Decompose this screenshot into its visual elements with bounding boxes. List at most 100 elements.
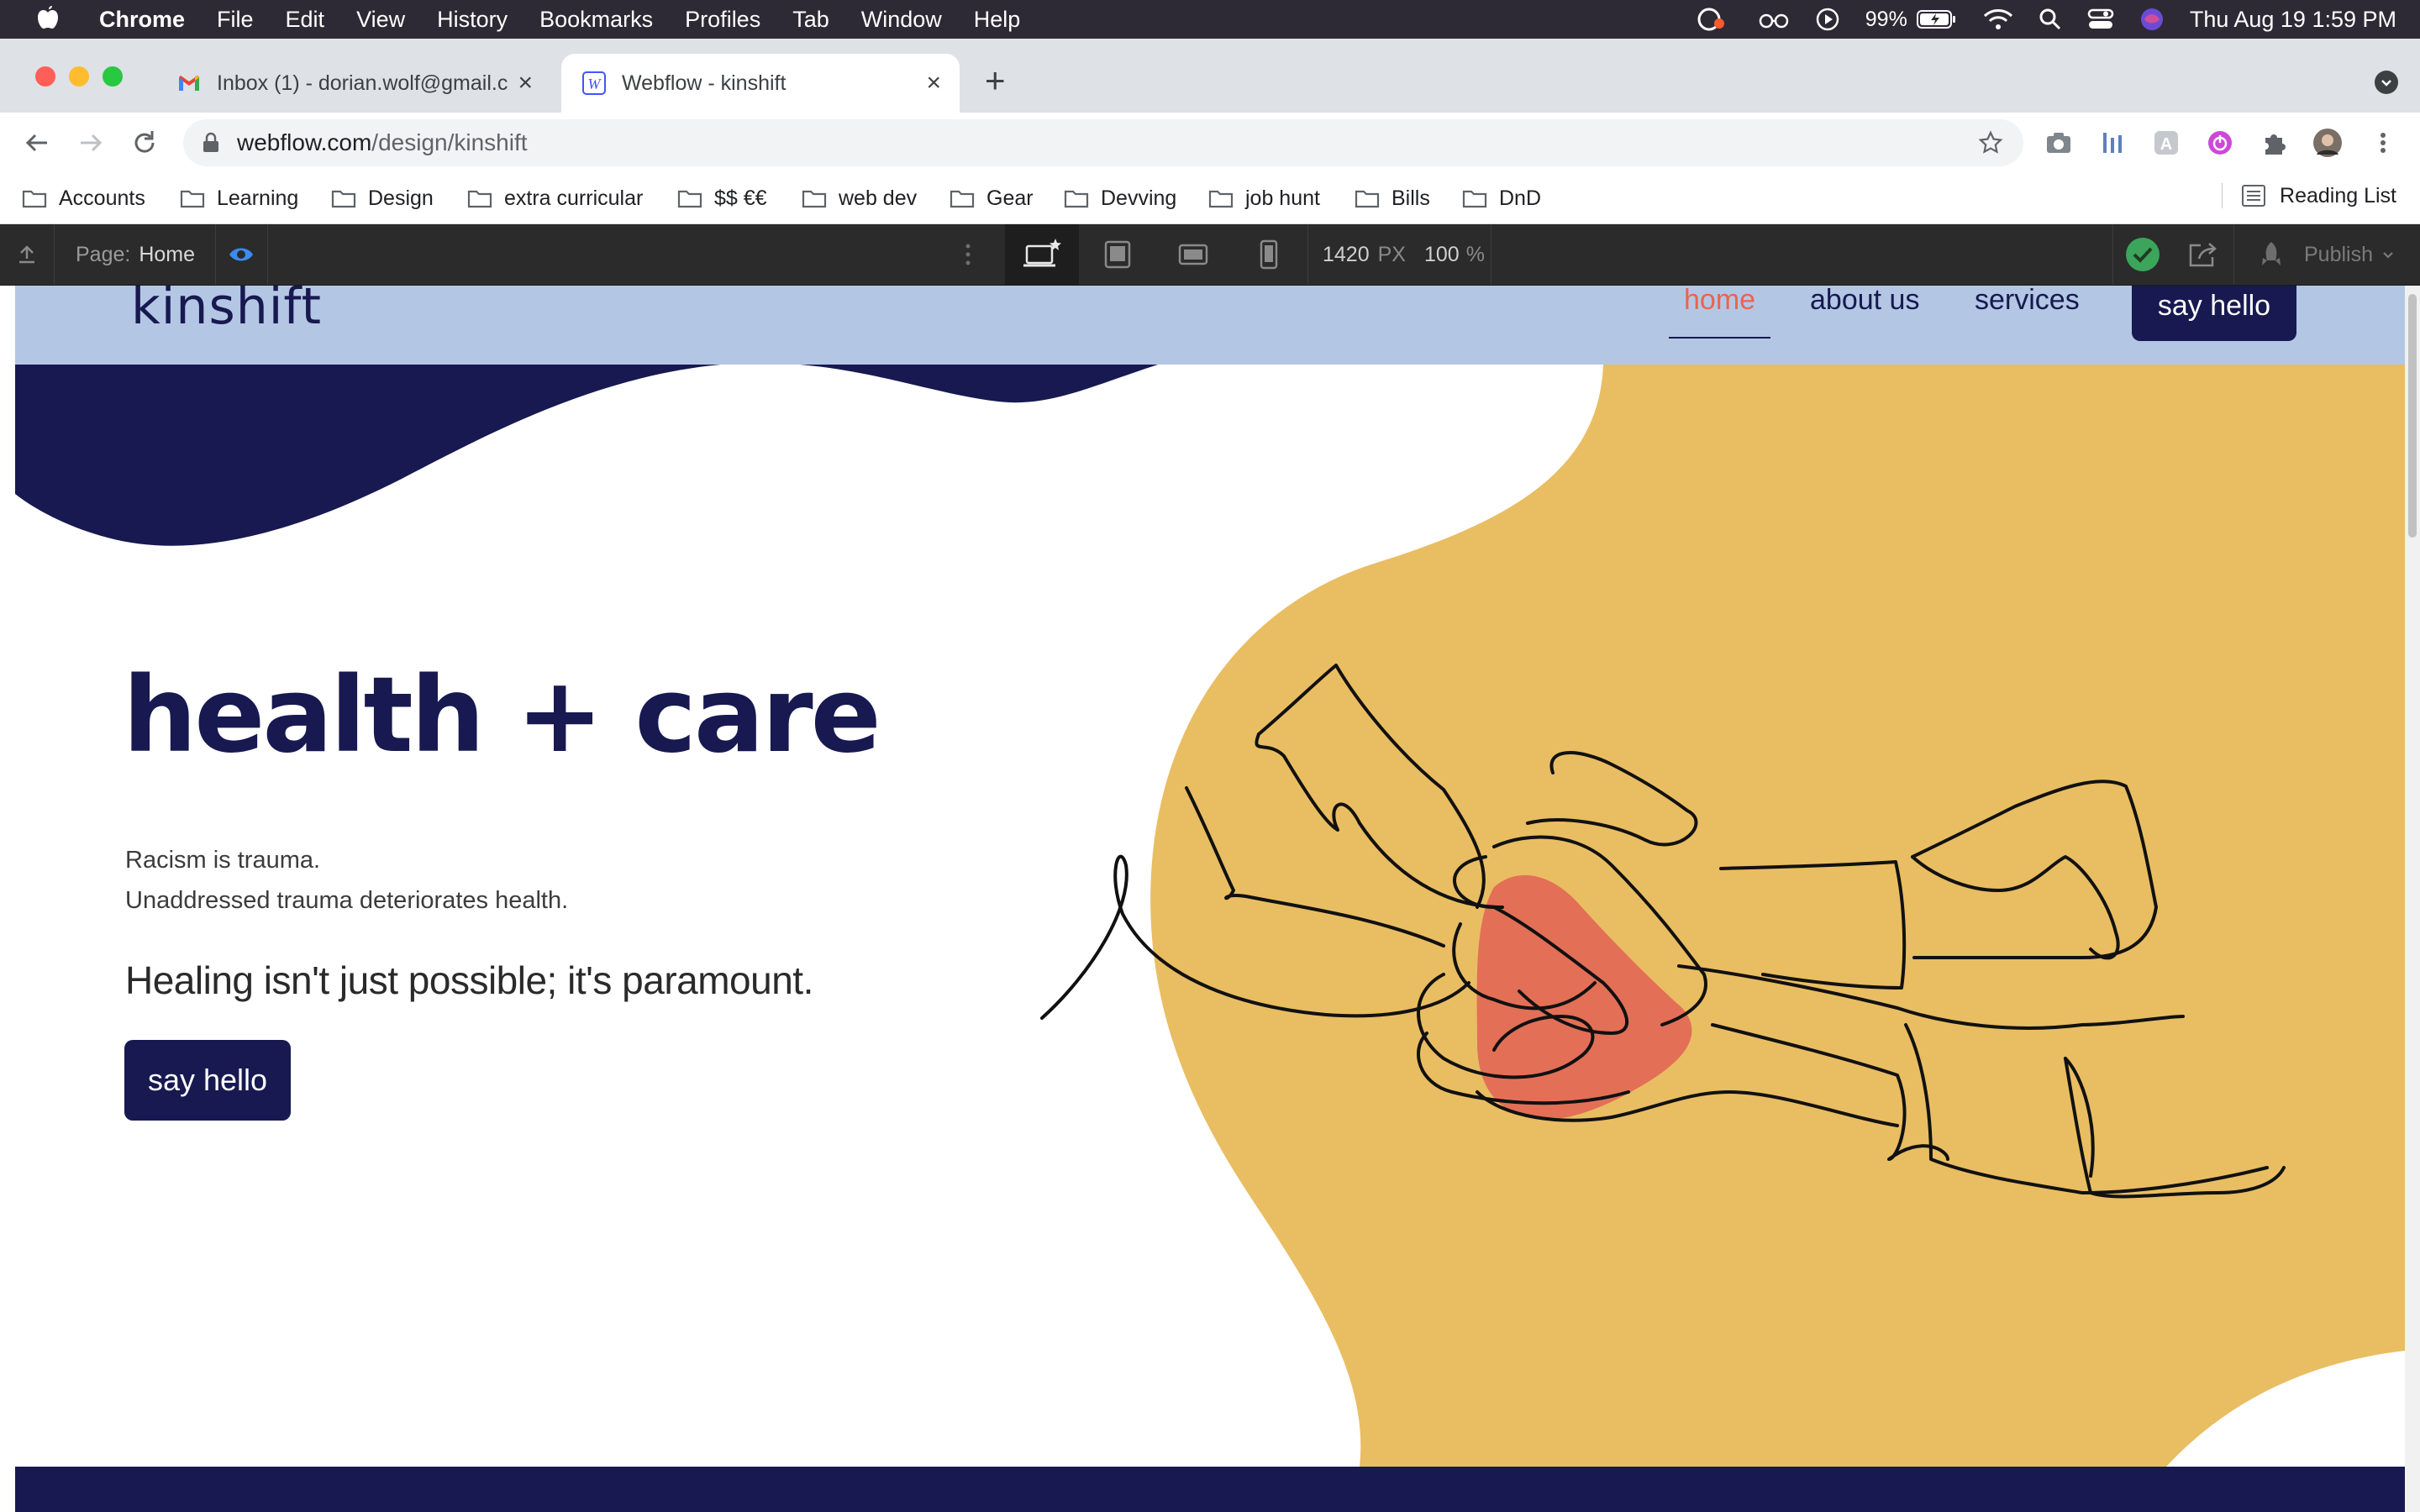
- apple-icon[interactable]: [34, 5, 62, 34]
- hero-lead-text: Healing isn't just possible; it's paramo…: [125, 958, 813, 1002]
- spotlight-search-icon[interactable]: [2039, 8, 2062, 31]
- profile-avatar[interactable]: [2312, 128, 2343, 158]
- reading-list-button[interactable]: Reading List: [2222, 183, 2396, 208]
- tab-close-icon[interactable]: ×: [926, 69, 941, 97]
- scrollbar-thumb[interactable]: [2408, 294, 2417, 538]
- check-circle-icon: [2126, 238, 2160, 271]
- tab-close-icon[interactable]: ×: [518, 69, 533, 97]
- zoom-value: 100: [1423, 242, 1460, 266]
- grammar-extension-icon[interactable]: A: [2151, 128, 2181, 158]
- toolbar-divider: [54, 224, 55, 285]
- menu-window[interactable]: Window: [861, 7, 942, 33]
- hero-say-hello-button[interactable]: say hello: [124, 1040, 291, 1121]
- bookmark-folder-gear[interactable]: Gear: [950, 183, 1034, 213]
- folder-icon: [467, 190, 492, 208]
- page-selector[interactable]: Page: Home: [76, 224, 195, 285]
- folder-icon: [180, 190, 205, 208]
- new-tab-button[interactable]: +: [985, 63, 1006, 98]
- reload-icon[interactable]: [128, 126, 161, 160]
- control-center-icon[interactable]: [2087, 8, 2114, 31]
- menu-app-name[interactable]: Chrome: [99, 7, 185, 33]
- phone-landscape-icon: [1178, 244, 1208, 265]
- back-arrow-icon[interactable]: [20, 126, 54, 160]
- gmail-icon: [179, 76, 199, 91]
- tab-gmail[interactable]: Inbox (1) - dorian.wolf@gmail.c ×: [156, 54, 551, 113]
- bar-chart-extension-icon[interactable]: [2097, 128, 2128, 158]
- menu-edit[interactable]: Edit: [286, 7, 325, 33]
- bookmark-folder-extra-curricular[interactable]: extra curricular: [467, 183, 643, 213]
- bookmark-folder-job-hunt[interactable]: job hunt: [1208, 183, 1320, 213]
- reader-glasses-icon[interactable]: [1758, 7, 1790, 32]
- screenshot-camera-icon[interactable]: [2044, 128, 2074, 158]
- creative-cloud-icon[interactable]: [1696, 5, 1733, 34]
- menu-tab[interactable]: Tab: [792, 7, 829, 33]
- folder-icon: [677, 190, 702, 208]
- folder-icon: [22, 190, 47, 208]
- canvas-scrollbar[interactable]: [2405, 286, 2420, 1512]
- breakpoint-desktop-button[interactable]: [1005, 224, 1079, 285]
- share-icon: [2189, 243, 2217, 267]
- designer-canvas[interactable]: kinshift home about us services say hell…: [15, 286, 2405, 1512]
- media-play-icon[interactable]: [1815, 7, 1840, 32]
- menu-bookmarks[interactable]: Bookmarks: [539, 7, 653, 33]
- window-zoom-button[interactable]: [103, 66, 123, 87]
- window-close-button[interactable]: [35, 66, 55, 87]
- wifi-icon[interactable]: [1983, 8, 2013, 31]
- folder-icon: [802, 190, 827, 208]
- macos-menu-bar: Chrome File Edit View History Bookmarks …: [0, 0, 2420, 39]
- nav-link-home[interactable]: home: [1669, 286, 1771, 339]
- tab-search-button[interactable]: [2375, 71, 2398, 94]
- bookmark-label: Gear: [986, 186, 1034, 210]
- address-bar[interactable]: webflow.com/design/kinshift: [183, 119, 2023, 166]
- bookmark-folder-learning[interactable]: Learning: [180, 183, 298, 213]
- publish-button[interactable]: Publish: [2257, 224, 2396, 285]
- menu-help[interactable]: Help: [974, 7, 1021, 33]
- canvas-size-readout[interactable]: 1420 PX 100 %: [1323, 224, 1485, 285]
- sync-status-indicator[interactable]: [2112, 224, 2173, 285]
- reading-list-label: Reading List: [2280, 183, 2396, 207]
- more-breakpoints-button[interactable]: [953, 224, 983, 285]
- tab-webflow[interactable]: W Webflow - kinshift ×: [561, 54, 960, 113]
- extensions-puzzle-icon[interactable]: [2259, 128, 2289, 158]
- folder-icon: [1208, 190, 1234, 208]
- nav-say-hello-button[interactable]: say hello: [2132, 286, 2296, 341]
- bookmark-label: DnD: [1499, 186, 1542, 210]
- bookmark-folder-devving[interactable]: Devving: [1064, 183, 1176, 213]
- breakpoint-tablet-button[interactable]: [1081, 224, 1155, 285]
- bookmark-folder-dnd[interactable]: DnD: [1462, 183, 1541, 213]
- clock-datetime[interactable]: Thu Aug 19 1:59 PM: [2190, 7, 2396, 33]
- tablet-icon: [1104, 240, 1131, 269]
- bookmark-folder-accounts[interactable]: Accounts: [22, 183, 145, 213]
- nav-link-about-us[interactable]: about us: [1810, 286, 1919, 317]
- share-button[interactable]: [2173, 224, 2233, 285]
- breakpoint-mobile-landscape-button[interactable]: [1156, 224, 1230, 285]
- bookmark-label: Accounts: [59, 186, 145, 210]
- menu-history[interactable]: History: [437, 7, 508, 33]
- tab-title: Inbox (1) - dorian.wolf@gmail.c: [217, 71, 508, 95]
- bookmark-star-icon[interactable]: [1978, 130, 2003, 155]
- bookmark-folder-design[interactable]: Design: [331, 183, 434, 213]
- window-minimize-button[interactable]: [69, 66, 89, 87]
- zoom-unit: %: [1465, 242, 1485, 266]
- toolbar-divider: [2233, 224, 2234, 285]
- breakpoint-mobile-portrait-button[interactable]: [1232, 224, 1306, 285]
- bookmark-folder-money[interactable]: $$ €€: [677, 183, 767, 213]
- nav-link-services[interactable]: services: [1975, 286, 2080, 317]
- export-button[interactable]: [0, 224, 54, 285]
- forward-arrow-icon[interactable]: [74, 126, 108, 160]
- preview-button[interactable]: [215, 224, 267, 285]
- siri-icon[interactable]: [2139, 7, 2165, 32]
- toolbar-divider: [267, 224, 268, 285]
- menu-file[interactable]: File: [217, 7, 254, 33]
- menu-profiles[interactable]: Profiles: [685, 7, 760, 33]
- menu-view[interactable]: View: [356, 7, 405, 33]
- site-logo[interactable]: kinshift: [131, 286, 322, 336]
- bookmark-folder-web-dev[interactable]: web dev: [802, 183, 917, 213]
- bookmark-folder-bills[interactable]: Bills: [1355, 183, 1430, 213]
- page-name: Home: [139, 242, 196, 266]
- battery-charging-icon[interactable]: [1916, 8, 1958, 30]
- chrome-menu-icon[interactable]: [2368, 128, 2398, 158]
- lock-icon[interactable]: [202, 132, 220, 154]
- bookmark-label: $$ €€: [714, 186, 767, 210]
- power-extension-icon[interactable]: [2205, 128, 2235, 158]
